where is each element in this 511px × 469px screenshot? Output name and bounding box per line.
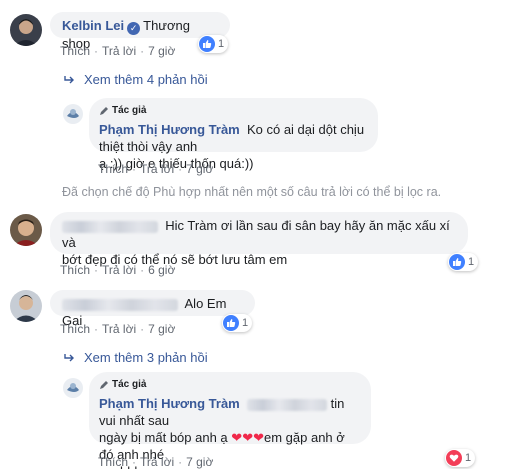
like-link[interactable]: Thích (98, 455, 128, 469)
blurred-name (62, 220, 158, 233)
view-more-replies-text: Xem thêm 3 phản hồi (84, 350, 208, 365)
reply-link[interactable]: Trả lời (140, 162, 174, 176)
comment-actions: Thích · Trả lời · 7 giờ (98, 162, 214, 176)
like-link[interactable]: Thích (98, 162, 128, 176)
comment-author[interactable]: Phạm Thị Hương Tràm (99, 396, 240, 411)
reply-link[interactable]: Trả lời (102, 322, 136, 336)
like-link[interactable]: Thích (60, 263, 90, 277)
blurred-name (246, 398, 327, 411)
timestamp[interactable]: 7 giờ (186, 162, 213, 176)
avatar[interactable] (10, 214, 42, 246)
author-badge: Tác giả (99, 376, 361, 393)
timestamp[interactable]: 6 giờ (148, 263, 175, 277)
comment-bubble: Alo Em Gai (50, 290, 255, 328)
reply-link[interactable]: Trả lời (102, 263, 136, 277)
like-link[interactable]: Thích (60, 44, 90, 58)
love-icon (446, 450, 462, 466)
filter-notice: Đã chọn chế độ Phù hợp nhất nên một số c… (62, 185, 442, 199)
pen-icon (100, 106, 108, 115)
author-badge-text: Tác giả (112, 379, 147, 390)
reply-bubble: Tác giả Phạm Thị Hương Tràm tin vui nhất… (89, 372, 371, 469)
comment-actions: Thích · Trả lời · 7 giờ (60, 322, 176, 336)
view-more-replies[interactable]: Xem thêm 3 phản hồi (64, 350, 208, 365)
like-link[interactable]: Thích (60, 322, 90, 336)
author-badge-text: Tác giả (112, 105, 147, 116)
like-icon (199, 36, 215, 52)
reply-arrow-icon (64, 75, 74, 83)
timestamp[interactable]: 7 giờ (186, 455, 213, 469)
avatar[interactable] (10, 14, 42, 46)
author-badge: Tác giả (99, 102, 368, 119)
like-icon (449, 254, 465, 270)
reaction-count[interactable]: 1 (445, 449, 476, 467)
heart-icon: ❤ (231, 430, 243, 445)
view-more-replies[interactable]: Xem thêm 4 phản hồi (64, 72, 208, 87)
reaction-count[interactable]: 1 (198, 35, 229, 53)
reaction-count-text: 1 (468, 256, 475, 268)
pen-icon (100, 380, 108, 389)
timestamp[interactable]: 7 giờ (148, 44, 175, 58)
like-icon (223, 315, 239, 331)
comment-bubble: Kelbin Lei ✓ Thương shop (50, 12, 230, 51)
reaction-count[interactable]: 1 (222, 314, 253, 332)
reaction-count[interactable]: 1 (448, 253, 479, 271)
comment-actions: Thích · Trả lời · 7 giờ (60, 44, 176, 58)
comment-author[interactable]: Kelbin Lei (62, 18, 124, 33)
avatar[interactable] (63, 378, 83, 398)
reply-link[interactable]: Trả lời (102, 44, 136, 58)
blurred-name (62, 298, 178, 311)
avatar[interactable] (63, 104, 83, 124)
reply-arrow-icon (64, 353, 74, 361)
verified-badge-icon: ✓ (127, 22, 141, 35)
heart-icon: ❤ (253, 430, 264, 445)
comment-bubble: Hic Tràm ơi lần sau đi sân bay hãy ăn mặ… (50, 212, 468, 267)
reaction-count-text: 1 (218, 38, 225, 50)
view-more-replies-text: Xem thêm 4 phản hồi (84, 72, 208, 87)
reaction-count-text: 1 (465, 452, 472, 464)
reply-bubble: Tác giả Phạm Thị Hương Tràm Ko có ai dại… (89, 98, 378, 171)
timestamp[interactable]: 7 giờ (148, 322, 175, 336)
comment-actions: Thích · Trả lời · 7 giờ (98, 455, 214, 469)
heart-icon: ❤ (242, 430, 254, 445)
reply-link[interactable]: Trả lời (140, 455, 174, 469)
comment-actions: Thích · Trả lời · 6 giờ (60, 263, 176, 277)
comment-author[interactable]: Phạm Thị Hương Tràm (99, 122, 240, 137)
avatar[interactable] (10, 290, 42, 322)
reply-text-line2a: ngày bị mất bóp anh ạ (99, 430, 228, 445)
reaction-count-text: 1 (242, 317, 249, 329)
